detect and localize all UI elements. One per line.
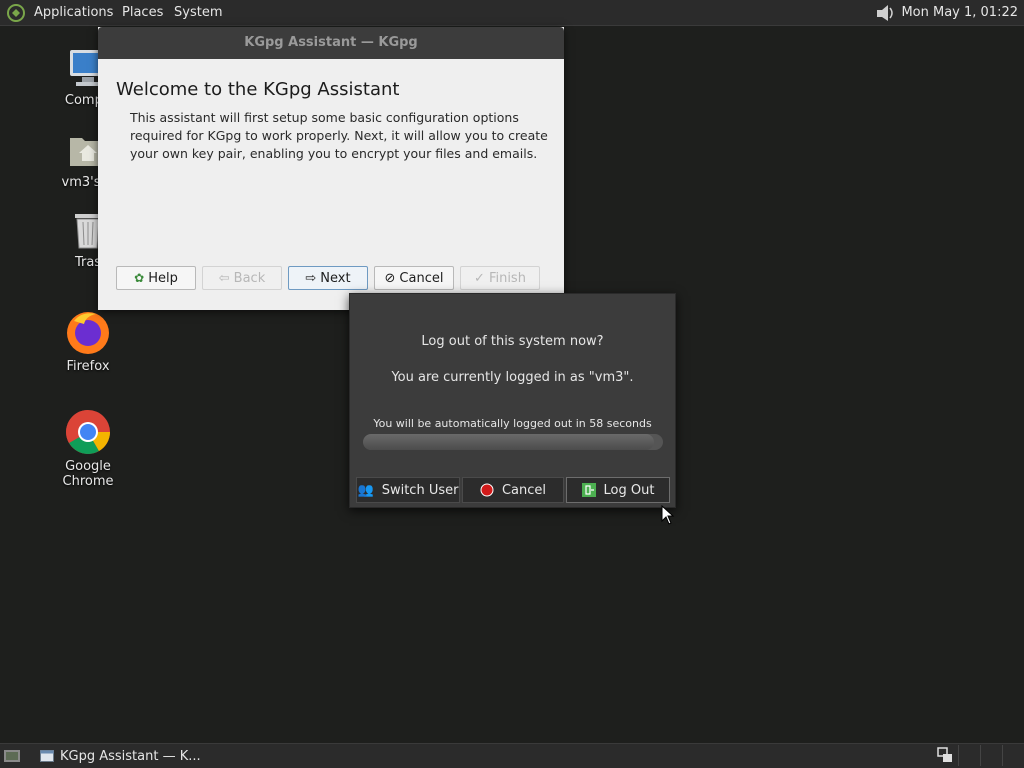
back-arrow-icon: ⇦ (218, 270, 230, 286)
firefox-icon (67, 312, 109, 354)
switch-user-button[interactable]: 👥 Switch User (356, 477, 460, 503)
cancel-button[interactable]: ⊘ Cancel (374, 266, 454, 290)
top-panel: Applications Places System Mon May 1, 01… (0, 0, 1024, 26)
log-out-label: Log Out (603, 482, 655, 498)
next-button-label: Next (320, 270, 351, 286)
cancel-icon: ⊘ (384, 270, 396, 286)
wizard-heading: Welcome to the KGpg Assistant (116, 79, 400, 100)
taskbar-item-label: KGpg Assistant — K... (60, 748, 201, 764)
desktop-icon-label: Firefox (66, 359, 110, 374)
chrome-icon (66, 410, 110, 454)
logout-progress-fill (363, 434, 654, 450)
logout-dialog: Log out of this system now? You are curr… (349, 293, 676, 508)
workspace-3[interactable] (1002, 745, 1024, 766)
exit-icon (581, 483, 596, 497)
window-icon (40, 750, 54, 762)
workspace-switcher-icon[interactable] (936, 746, 954, 764)
next-arrow-icon: ⇨ (305, 270, 317, 286)
logout-cancel-button[interactable]: Cancel (462, 477, 564, 503)
workspace-1[interactable] (958, 745, 981, 766)
cancel-button-label: Cancel (399, 270, 444, 286)
help-button-label: Help (148, 270, 178, 286)
logout-countdown: You will be automatically logged out in … (373, 417, 652, 430)
clock[interactable]: Mon May 1, 01:22 (901, 5, 1018, 20)
system-menu[interactable]: System (174, 5, 222, 20)
checkmark-icon: ✓ (474, 270, 485, 286)
wizard-description: This assistant will first setup some bas… (130, 110, 548, 161)
taskbar-item-kgpg[interactable]: KGpg Assistant — K... (34, 745, 214, 767)
log-out-button[interactable]: Log Out (566, 477, 670, 503)
logout-cancel-label: Cancel (501, 482, 547, 498)
places-menu[interactable]: Places (122, 5, 163, 20)
help-button[interactable]: ✿ Help (116, 266, 196, 290)
switch-user-label: Switch User (381, 482, 459, 498)
back-button[interactable]: ⇦ Back (202, 266, 282, 290)
kgpg-assistant-window: KGpg Assistant — KGpg Welcome to the KGp… (98, 27, 564, 310)
users-icon: 👥 (357, 482, 374, 498)
finish-button-label: Finish (488, 270, 526, 286)
logout-question: Log out of this system now? (421, 334, 604, 349)
finish-button[interactable]: ✓ Finish (460, 266, 540, 290)
back-button-label: Back (233, 270, 266, 286)
bottom-panel: KGpg Assistant — K... (0, 743, 1024, 768)
logged-in-user-text: You are currently logged in as "vm3". (391, 370, 634, 385)
desktop-icon-firefox[interactable]: Firefox (40, 308, 136, 374)
applications-menu[interactable]: Applications (34, 5, 113, 20)
desktop-icon-label: Google Chrome (62, 459, 114, 489)
mate-logo-icon[interactable] (6, 3, 26, 23)
help-icon: ✿ (134, 271, 145, 285)
logout-progress-bar (363, 434, 663, 450)
mouse-cursor-icon (661, 505, 675, 525)
volume-icon[interactable] (874, 3, 898, 23)
window-titlebar[interactable]: KGpg Assistant — KGpg (98, 27, 564, 59)
next-button[interactable]: ⇨ Next (288, 266, 368, 290)
stop-icon (480, 483, 494, 497)
show-desktop-icon[interactable] (2, 746, 22, 766)
workspace-2[interactable] (980, 745, 1003, 766)
desktop-icon-chrome[interactable]: Google Chrome (40, 408, 136, 489)
